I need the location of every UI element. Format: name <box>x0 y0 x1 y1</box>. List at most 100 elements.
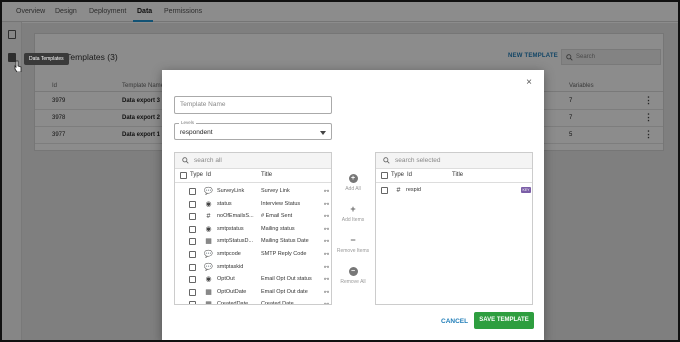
variable-title: Created Date <box>261 301 294 305</box>
col-type: Type <box>391 172 405 178</box>
list-item[interactable]: ◉ smtpstatus Mailing status ⚯ <box>175 223 331 236</box>
link-icon[interactable]: ⚯ <box>324 201 329 208</box>
link-icon[interactable]: ⚯ <box>324 289 329 296</box>
remove-all-button[interactable]: − Remove All <box>333 267 373 285</box>
variable-id: OptOutDate <box>217 288 247 295</box>
list-item[interactable]: 💬 smtpcode SMTP Reply Code ⚯ <box>175 248 331 261</box>
row-checkbox[interactable] <box>189 276 196 284</box>
date-type-icon: ▦ <box>205 301 212 305</box>
remove-items-button[interactable]: − Remove Items <box>333 235 373 255</box>
row-checkbox[interactable] <box>189 301 196 304</box>
link-icon[interactable]: ⚯ <box>324 188 329 195</box>
col-title: Title <box>261 172 273 178</box>
row-checkbox[interactable] <box>189 225 196 233</box>
plus-icon: + <box>350 204 356 214</box>
create-template-dialog: × Template Name Levels respondent search… <box>162 70 544 340</box>
text-type-icon: 💬 <box>204 188 213 195</box>
caret-down-icon <box>320 131 326 135</box>
variable-id: CreatedDate <box>217 301 249 305</box>
remove-all-label: Remove All <box>340 279 366 285</box>
list-item[interactable]: ▦ OptOutDate Email Opt Out date ⚯ <box>175 286 331 299</box>
list-item[interactable]: ▦ smtpStatusD... Mailing Status Date ⚯ <box>175 235 331 248</box>
col-title: Title <box>452 172 464 178</box>
list-item[interactable]: # noOfEmailsS... # Email Sent ⚯ <box>175 210 331 223</box>
variable-id: status <box>217 200 232 207</box>
list-item[interactable]: ◉ status Interview Status ⚯ <box>175 198 331 211</box>
save-template-button[interactable]: SAVE TEMPLATE <box>474 312 534 329</box>
add-all-button[interactable]: + Add All <box>333 174 373 192</box>
row-checkbox[interactable] <box>189 200 196 208</box>
levels-select[interactable]: Levels respondent <box>174 120 332 140</box>
single-choice-type-icon: ◉ <box>205 225 212 233</box>
variable-id: SurveyLink <box>217 188 245 194</box>
hand-cursor-icon <box>14 60 22 72</box>
close-icon[interactable]: × <box>526 77 532 88</box>
select-all-checkbox[interactable] <box>180 172 187 179</box>
levels-value: respondent <box>180 129 213 136</box>
selected-header: Type Id Title <box>376 169 532 183</box>
add-items-label: Add Items <box>341 217 365 223</box>
variable-id: smtptaskid <box>217 263 244 270</box>
link-icon[interactable]: ⚯ <box>324 251 329 258</box>
variable-id: smtpstatus <box>217 225 244 232</box>
list-item[interactable]: # respid KEY <box>376 184 532 197</box>
available-header: Type Id Title <box>175 169 331 183</box>
date-type-icon: ▦ <box>205 288 212 296</box>
link-icon[interactable]: ⚯ <box>324 264 329 271</box>
list-item[interactable]: 💬 smtptaskid ⚯ <box>175 261 331 274</box>
variable-title: Mailing status <box>261 225 295 232</box>
add-items-button[interactable]: + Add Items <box>333 204 373 224</box>
variable-title: # Email Sent <box>261 213 293 220</box>
date-type-icon: ▦ <box>205 238 212 246</box>
search-icon <box>383 157 390 164</box>
template-name-input[interactable]: Template Name <box>174 96 332 114</box>
variable-id: smtpStatusD... <box>217 238 254 245</box>
variable-title: Email Opt Out date <box>261 288 308 295</box>
col-id: Id <box>206 172 212 178</box>
search-all-placeholder: search all <box>194 157 222 164</box>
row-checkbox[interactable] <box>189 188 196 195</box>
variable-id: respid <box>406 187 421 193</box>
single-choice-type-icon: ◉ <box>205 276 212 284</box>
row-checkbox[interactable] <box>189 288 196 296</box>
number-type-icon: # <box>206 213 211 221</box>
minus-icon: − <box>350 235 356 245</box>
list-item[interactable]: ▦ CreatedDate Created Date ⚯ <box>175 298 331 305</box>
row-checkbox[interactable] <box>189 213 196 221</box>
link-icon[interactable]: ⚯ <box>324 301 329 304</box>
row-checkbox[interactable] <box>189 263 196 271</box>
cancel-button[interactable]: CANCEL <box>441 318 468 325</box>
link-icon[interactable]: ⚯ <box>324 213 329 220</box>
text-type-icon: 💬 <box>204 251 213 258</box>
variable-id: noOfEmailsS... <box>217 213 254 220</box>
key-badge: KEY <box>521 187 531 193</box>
variable-id: smtpcode <box>217 251 241 257</box>
available-variables-panel: search all Type Id Title 💬 SurveyLink Surv… <box>174 152 332 305</box>
selected-variables-panel: search selected Type Id Title # respid K… <box>375 152 533 305</box>
list-item[interactable]: ◉ OptOut Email Opt Out status ⚯ <box>175 273 331 286</box>
levels-label: Levels <box>179 120 197 125</box>
number-type-icon: # <box>396 187 401 194</box>
row-checkbox[interactable] <box>381 187 388 194</box>
variable-id: OptOut <box>217 276 235 283</box>
tooltip: Data Templates <box>24 53 69 65</box>
remove-items-label: Remove Items <box>336 248 370 254</box>
col-type: Type <box>190 172 204 178</box>
col-id: Id <box>407 172 413 178</box>
list-item[interactable]: 💬 SurveyLink Survey Link ⚯ <box>175 185 331 198</box>
variable-title: Mailing Status Date <box>261 238 309 245</box>
link-icon[interactable]: ⚯ <box>324 226 329 233</box>
search-all-input[interactable]: search all <box>175 153 331 169</box>
search-selected-input[interactable]: search selected <box>376 153 532 169</box>
variable-title: Email Opt Out status <box>261 276 312 283</box>
search-selected-placeholder: search selected <box>395 157 441 164</box>
single-choice-type-icon: ◉ <box>205 200 212 208</box>
link-icon[interactable]: ⚯ <box>324 276 329 283</box>
row-checkbox[interactable] <box>189 238 196 246</box>
select-all-selected-checkbox[interactable] <box>381 172 388 179</box>
text-type-icon: 💬 <box>204 263 213 271</box>
link-icon[interactable]: ⚯ <box>324 238 329 245</box>
row-checkbox[interactable] <box>189 251 196 258</box>
variable-title: Interview Status <box>261 200 301 207</box>
plus-circle-icon: + <box>348 174 358 183</box>
